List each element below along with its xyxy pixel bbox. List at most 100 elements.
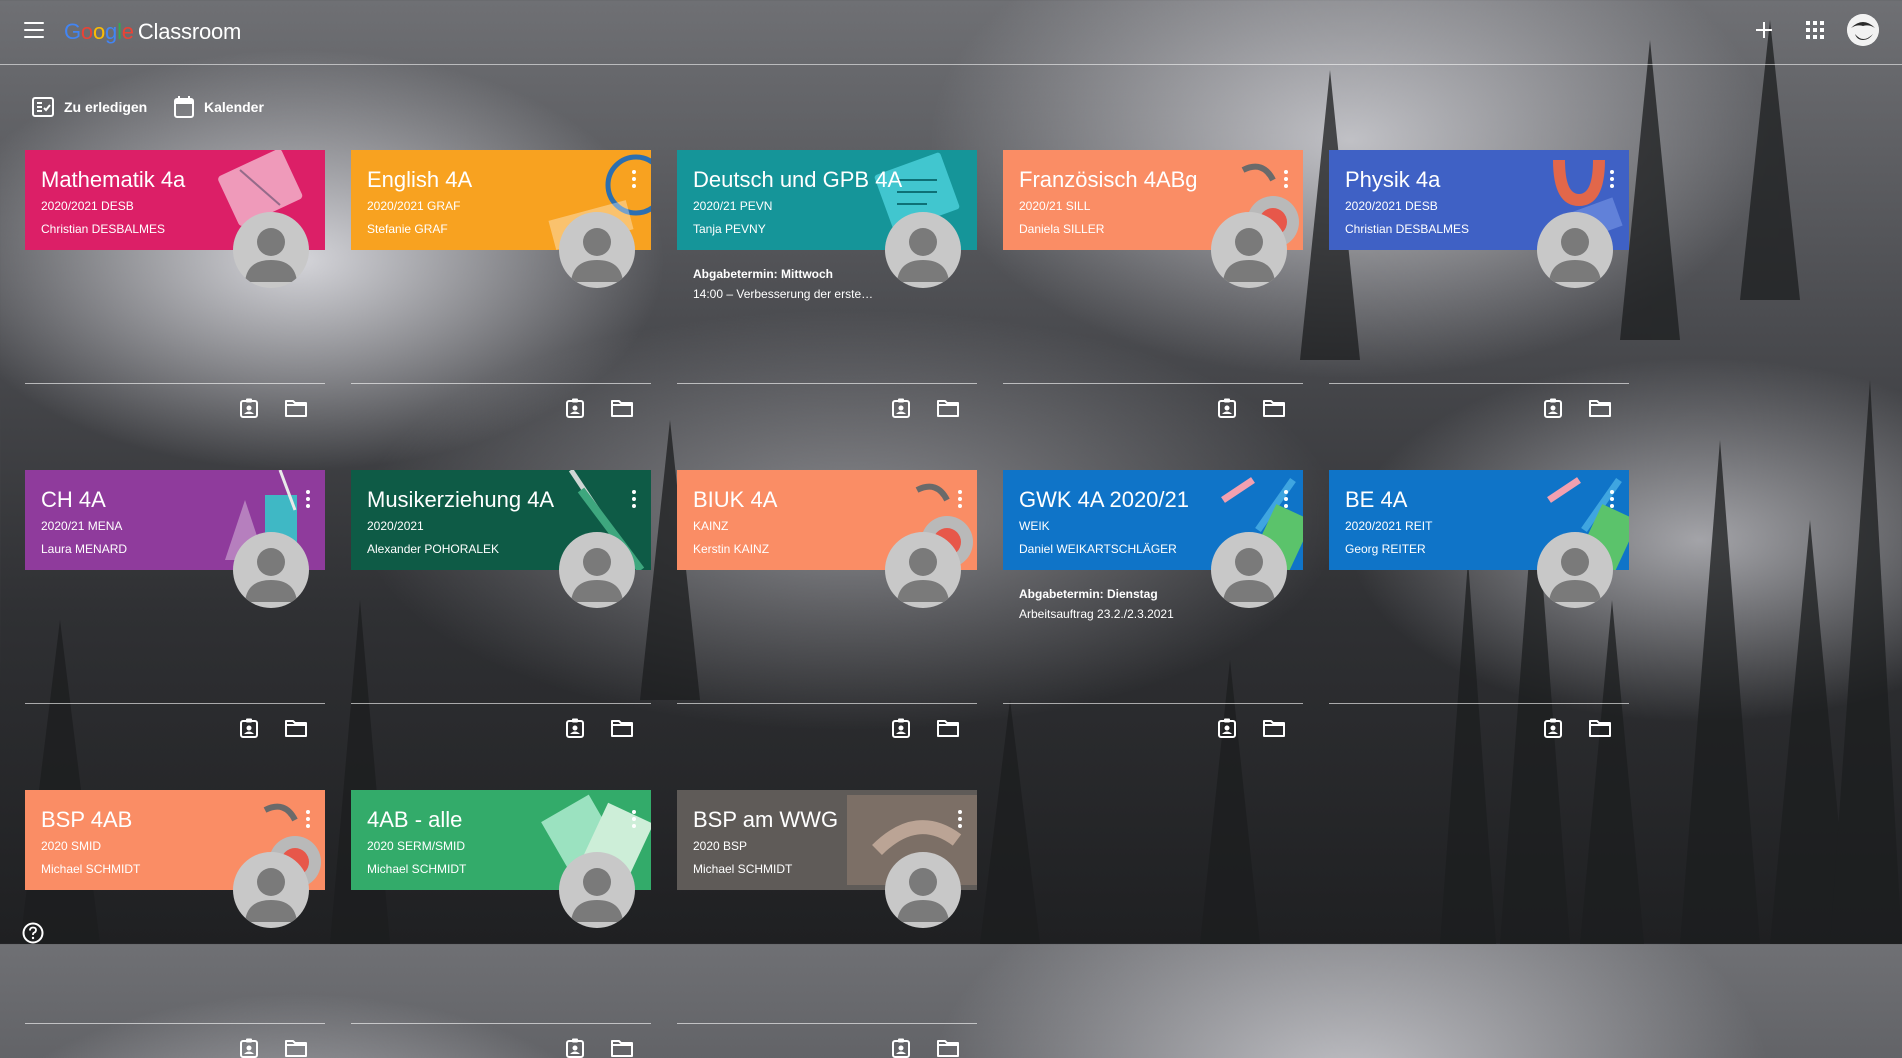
- class-teacher[interactable]: Laura MENARD: [41, 542, 127, 556]
- folder-icon[interactable]: [285, 719, 307, 737]
- folder-icon[interactable]: [1589, 399, 1611, 417]
- person-icon: [1549, 548, 1601, 602]
- due-label: Abgabetermin: Dienstag: [1019, 587, 1158, 601]
- folder-icon[interactable]: [1263, 719, 1285, 737]
- hamburger-menu-icon[interactable]: [24, 22, 44, 38]
- assignment-ind-icon[interactable]: [565, 398, 585, 418]
- more-options-icon[interactable]: [1610, 170, 1614, 188]
- calendar-link[interactable]: Kalender: [174, 92, 264, 122]
- folder-icon[interactable]: [1589, 719, 1611, 737]
- class-teacher[interactable]: Michael SCHMIDT: [693, 862, 792, 876]
- folder-icon[interactable]: [611, 1039, 633, 1057]
- class-title[interactable]: BE 4A: [1345, 487, 1407, 513]
- assignment-ind-icon[interactable]: [239, 718, 259, 738]
- class-teacher[interactable]: Christian DESBALMES: [1345, 222, 1469, 236]
- class-teacher[interactable]: Tanja PEVNY: [693, 222, 766, 236]
- due-assignment[interactable]: Abgabetermin: Mittwoch 14:00 – Verbesseru…: [693, 264, 873, 304]
- more-options-icon[interactable]: [306, 810, 310, 828]
- more-options-icon[interactable]: [632, 490, 636, 508]
- more-options-icon[interactable]: [958, 810, 962, 828]
- assignment-ind-icon[interactable]: [891, 398, 911, 418]
- class-teacher[interactable]: Kerstin KAINZ: [693, 542, 769, 556]
- assignment-ind-icon[interactable]: [565, 718, 585, 738]
- assignment-ind-icon[interactable]: [891, 718, 911, 738]
- more-options-icon[interactable]: [1610, 490, 1614, 508]
- class-teacher[interactable]: Michael SCHMIDT: [367, 862, 466, 876]
- folder-icon[interactable]: [285, 399, 307, 417]
- class-title[interactable]: English 4A: [367, 167, 472, 193]
- folder-icon[interactable]: [611, 719, 633, 737]
- more-options-icon[interactable]: [306, 490, 310, 508]
- apps-grid-icon[interactable]: [1805, 20, 1825, 40]
- more-options-icon[interactable]: [958, 490, 962, 508]
- assignment-ind-icon[interactable]: [1217, 398, 1237, 418]
- class-teacher[interactable]: Georg REITER: [1345, 542, 1426, 556]
- person-icon: [1223, 228, 1275, 282]
- teacher-avatar: [233, 212, 309, 288]
- more-options-icon[interactable]: [632, 170, 636, 188]
- class-title[interactable]: BSP 4AB: [41, 807, 132, 833]
- class-title[interactable]: 4AB - alle: [367, 807, 462, 833]
- folder-icon[interactable]: [285, 1039, 307, 1057]
- folder-icon[interactable]: [611, 399, 633, 417]
- class-card: GWK 4A 2020/21 WEIK Daniel WEIKARTSCHLÄGER…: [1003, 470, 1303, 738]
- user-avatar[interactable]: [1847, 14, 1879, 46]
- person-icon: [897, 548, 949, 602]
- plus-icon[interactable]: [1752, 18, 1776, 42]
- class-title[interactable]: Musikerziehung 4A: [367, 487, 554, 513]
- card-divider: [1003, 383, 1303, 384]
- class-title[interactable]: Mathematik 4a: [41, 167, 185, 193]
- teacher-avatar: [1211, 212, 1287, 288]
- person-icon: [571, 228, 623, 282]
- class-title[interactable]: BIUK 4A: [693, 487, 777, 513]
- assignment-ind-icon[interactable]: [1543, 718, 1563, 738]
- class-section: 2020/21 MENA: [41, 519, 123, 533]
- person-icon: [1549, 228, 1601, 282]
- class-card: 4AB - alle 2020 SERM/SMID Michael SCHMIDT: [351, 790, 651, 1058]
- assignment-ind-icon[interactable]: [1543, 398, 1563, 418]
- class-title[interactable]: GWK 4A 2020/21: [1019, 487, 1189, 513]
- class-title[interactable]: Deutsch und GPB 4A: [693, 167, 902, 193]
- class-card: Physik 4a 2020/2021 DESB Christian DESBALM…: [1329, 150, 1629, 418]
- more-options-icon[interactable]: [632, 810, 636, 828]
- class-teacher[interactable]: Michael SCHMIDT: [41, 862, 140, 876]
- class-section: WEIK: [1019, 519, 1050, 533]
- card-divider: [677, 703, 977, 704]
- due-assignment[interactable]: Abgabetermin: Dienstag Arbeitsauftrag 23.…: [1019, 584, 1174, 624]
- calendar-label: Kalender: [204, 99, 264, 115]
- todo-label: Zu erledigen: [64, 99, 148, 115]
- class-teacher[interactable]: Stefanie GRAF: [367, 222, 448, 236]
- help-icon[interactable]: [22, 922, 44, 944]
- class-card: BE 4A 2020/2021 REIT Georg REITER: [1329, 470, 1629, 738]
- folder-icon[interactable]: [937, 399, 959, 417]
- app-logo[interactable]: Google Classroom: [64, 19, 241, 45]
- teacher-avatar: [559, 532, 635, 608]
- assignment-ind-icon[interactable]: [239, 398, 259, 418]
- class-teacher[interactable]: Alexander POHORALEK: [367, 542, 499, 556]
- assignment-ind-icon[interactable]: [1217, 718, 1237, 738]
- card-divider: [1329, 383, 1629, 384]
- top-app-bar: Google Classroom: [0, 0, 1902, 65]
- class-teacher[interactable]: Daniela SILLER: [1019, 222, 1104, 236]
- person-icon: [245, 228, 297, 282]
- folder-icon[interactable]: [937, 719, 959, 737]
- assignment-ind-icon[interactable]: [565, 1038, 585, 1058]
- class-teacher[interactable]: Christian DESBALMES: [41, 222, 165, 236]
- more-options-icon[interactable]: [1284, 170, 1288, 188]
- class-title[interactable]: Physik 4a: [1345, 167, 1440, 193]
- class-teacher[interactable]: Daniel WEIKARTSCHLÄGER: [1019, 542, 1177, 556]
- app-name: Classroom: [137, 19, 242, 44]
- calendar-icon: [174, 96, 194, 118]
- more-options-icon[interactable]: [1284, 490, 1288, 508]
- class-title[interactable]: CH 4A: [41, 487, 106, 513]
- assignment-ind-icon[interactable]: [239, 1038, 259, 1058]
- folder-icon[interactable]: [937, 1039, 959, 1057]
- todo-link[interactable]: Zu erledigen: [32, 92, 147, 122]
- class-title[interactable]: BSP am WWG: [693, 807, 838, 833]
- class-card: BIUK 4A KAINZ Kerstin KAINZ: [677, 470, 977, 738]
- class-title[interactable]: Französisch 4ABg: [1019, 167, 1198, 193]
- class-section: 2020 SMID: [41, 839, 102, 853]
- checklist-icon: [32, 97, 54, 117]
- folder-icon[interactable]: [1263, 399, 1285, 417]
- assignment-ind-icon[interactable]: [891, 1038, 911, 1058]
